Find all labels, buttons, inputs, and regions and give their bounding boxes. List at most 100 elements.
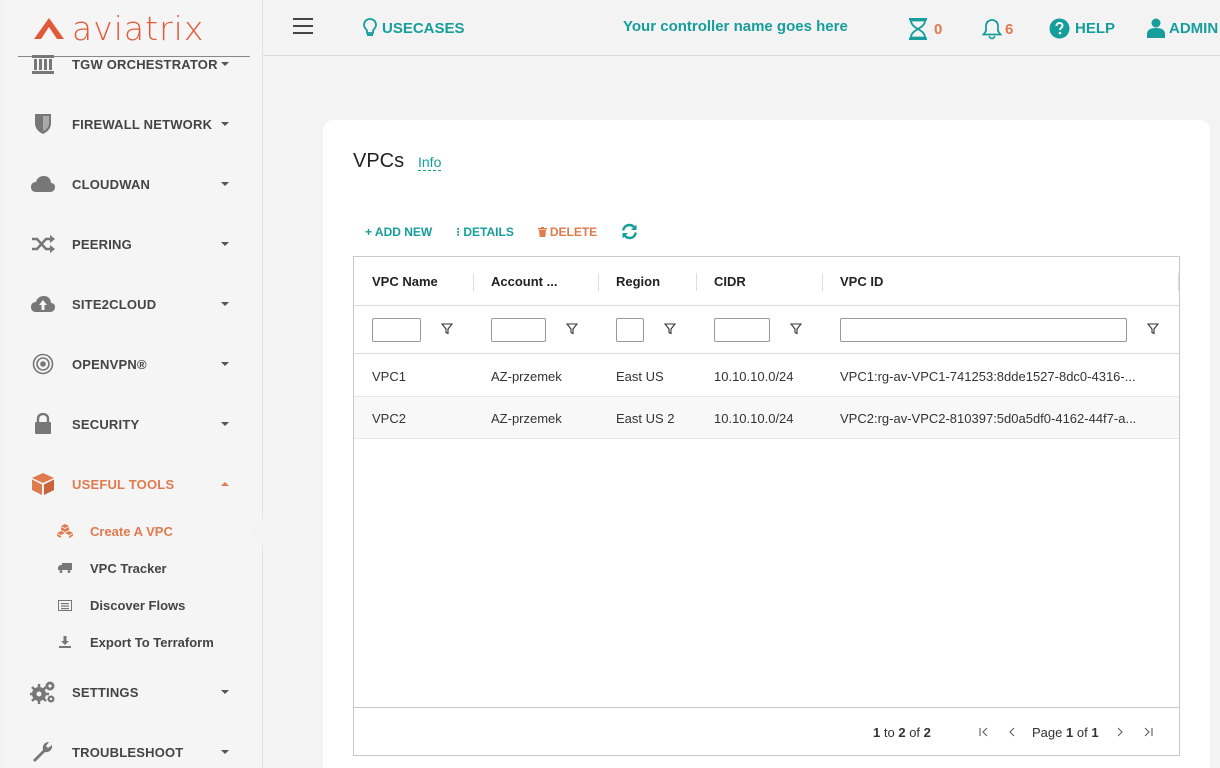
nav-label: SITE2CLOUD <box>72 296 157 312</box>
subnav-create-a-vpc[interactable]: Create A VPC <box>4 516 263 546</box>
cell-vpc-id: VPC1:rg-av-VPC1-741253:8dde1527-8dc0-431… <box>840 369 1136 384</box>
filter-icon[interactable] <box>664 323 676 335</box>
nav-tgw-orchestrator[interactable]: TGW ORCHESTRATOR <box>4 44 263 84</box>
column-header-vpc-id[interactable]: VPC ID <box>840 274 883 289</box>
nav-firewall-network[interactable]: FIREWALL NETWORK <box>4 104 263 144</box>
tasks-count: 0 <box>934 20 943 38</box>
nav-settings[interactable]: SETTINGS <box>4 672 263 712</box>
admin-menu[interactable]: ADMIN <box>1147 18 1218 38</box>
info-link[interactable]: Info <box>418 154 442 171</box>
nav-security[interactable]: SECURITY <box>4 404 263 444</box>
cell-vpc-name: VPC1 <box>372 369 406 384</box>
nav-site2cloud[interactable]: SITE2CLOUD <box>4 284 263 324</box>
subnav-discover-flows[interactable]: Discover Flows <box>4 590 263 620</box>
nav-label: SETTINGS <box>72 684 139 700</box>
column-header-account[interactable]: Account ... <box>491 274 557 289</box>
add-new-button[interactable]: + ADD NEW <box>365 225 432 239</box>
column-resizer[interactable] <box>1178 273 1179 291</box>
column-header-region[interactable]: Region <box>616 274 660 289</box>
filter-icon[interactable] <box>790 323 802 335</box>
refresh-button[interactable] <box>621 223 638 240</box>
delete-button[interactable]: DELETE <box>537 224 598 239</box>
column-header-cidr[interactable]: CIDR <box>714 274 746 289</box>
cell-cidr: 10.10.10.0/24 <box>714 411 794 426</box>
notifications-count: 6 <box>1005 20 1014 38</box>
subnav-label: Discover Flows <box>90 597 186 613</box>
menu-icon[interactable] <box>293 18 313 34</box>
nav-peering[interactable]: PEERING <box>4 224 263 264</box>
subnav-vpc-tracker[interactable]: VPC Tracker <box>4 553 263 583</box>
user-icon <box>1147 18 1165 38</box>
controller-name: Your controller name goes here <box>623 18 848 35</box>
nav-useful-tools[interactable]: USEFUL TOOLS <box>4 464 263 504</box>
chevron-down-icon <box>221 690 229 694</box>
nav-label: TROUBLESHOOT <box>72 744 184 760</box>
subnav-label: Export To Terraform <box>90 634 214 650</box>
filter-icon[interactable] <box>441 323 453 335</box>
nav-label: OPENVPN® <box>72 356 147 372</box>
top-header: USECASES Your controller name goes here … <box>263 0 1220 56</box>
nav-openvpn[interactable]: OPENVPN® <box>4 344 263 384</box>
cell-vpc-id: VPC2:rg-av-VPC2-810397:5d0a5df0-4162-44f… <box>840 411 1137 426</box>
details-button[interactable]: ⁝ DETAILS <box>456 225 514 239</box>
filter-input-vpc-name[interactable] <box>372 318 421 342</box>
aviatrix-logo-icon <box>34 18 64 39</box>
active-indicator <box>251 518 263 546</box>
filter-row <box>354 306 1179 354</box>
tasks-button[interactable]: 0 <box>908 18 942 40</box>
chevron-down-icon <box>221 362 229 366</box>
cloud-icon <box>30 171 56 197</box>
chevron-down-icon <box>221 302 229 306</box>
nav-label: TGW ORCHESTRATOR <box>72 56 218 72</box>
filter-input-region[interactable] <box>616 318 644 342</box>
column-resizer[interactable] <box>598 273 599 291</box>
list-icon <box>56 596 74 614</box>
first-page-icon[interactable] <box>979 727 990 737</box>
nav-label: USEFUL TOOLS <box>72 476 175 492</box>
gears-icon <box>30 679 56 705</box>
filter-icon[interactable] <box>566 323 578 335</box>
row-count-summary: 1 to 2 of 2 <box>873 725 931 740</box>
usecases-link[interactable]: USECASES <box>363 18 465 38</box>
question-circle-icon <box>1049 18 1070 39</box>
cubes-icon <box>56 522 74 540</box>
toolbar: + ADD NEW ⁝ DETAILS DELETE <box>365 223 662 240</box>
nav-label: CLOUDWAN <box>72 176 151 192</box>
download-icon <box>56 633 74 651</box>
table-row[interactable]: VPC1 AZ-przemek East US 10.10.10.0/24 VP… <box>354 355 1179 397</box>
filter-icon[interactable] <box>1147 323 1159 335</box>
logo-text: aviatrix <box>72 8 205 48</box>
hourglass-icon <box>909 18 927 40</box>
column-header-vpc-name[interactable]: VPC Name <box>372 274 438 289</box>
previous-page-icon[interactable] <box>1008 727 1016 737</box>
controller-name-text: Your controller name goes here <box>623 18 848 35</box>
cell-region: East US 2 <box>616 411 675 426</box>
next-page-icon[interactable] <box>1116 727 1124 737</box>
sidebar: aviatrix TGW ORCHESTRATOR FIREWALL NETWO… <box>4 0 263 768</box>
building-icon <box>30 51 56 77</box>
table-row[interactable]: VPC2 AZ-przemek East US 2 10.10.10.0/24 … <box>354 397 1179 439</box>
column-resizer[interactable] <box>822 273 823 291</box>
filter-input-account[interactable] <box>491 318 546 342</box>
filter-input-cidr[interactable] <box>714 318 770 342</box>
notifications-button[interactable]: 6 <box>981 18 1013 40</box>
subnav-label: VPC Tracker <box>90 560 167 576</box>
cell-vpc-name: VPC2 <box>372 411 406 426</box>
filter-input-vpc-id[interactable] <box>840 318 1127 342</box>
nav-cloudwan[interactable]: CLOUDWAN <box>4 164 263 204</box>
chevron-up-icon <box>221 482 229 486</box>
nav-troubleshoot[interactable]: TROUBLESHOOT <box>4 732 263 768</box>
cloud-upload-icon <box>30 291 56 317</box>
target-icon <box>30 351 56 377</box>
cube-icon <box>30 471 56 497</box>
subnav-export-to-terraform[interactable]: Export To Terraform <box>4 627 263 657</box>
nav-label: FIREWALL NETWORK <box>72 116 213 132</box>
last-page-icon[interactable] <box>1142 727 1153 737</box>
column-resizer[interactable] <box>696 273 697 291</box>
pagination-bar: 1 to 2 of 2 Page 1 of 1 <box>354 707 1179 755</box>
nav-label: PEERING <box>72 236 132 252</box>
delete-label: DELETE <box>549 224 598 239</box>
shield-icon <box>30 111 56 137</box>
column-resizer[interactable] <box>473 273 474 291</box>
help-button[interactable]: HELP <box>1049 18 1115 39</box>
